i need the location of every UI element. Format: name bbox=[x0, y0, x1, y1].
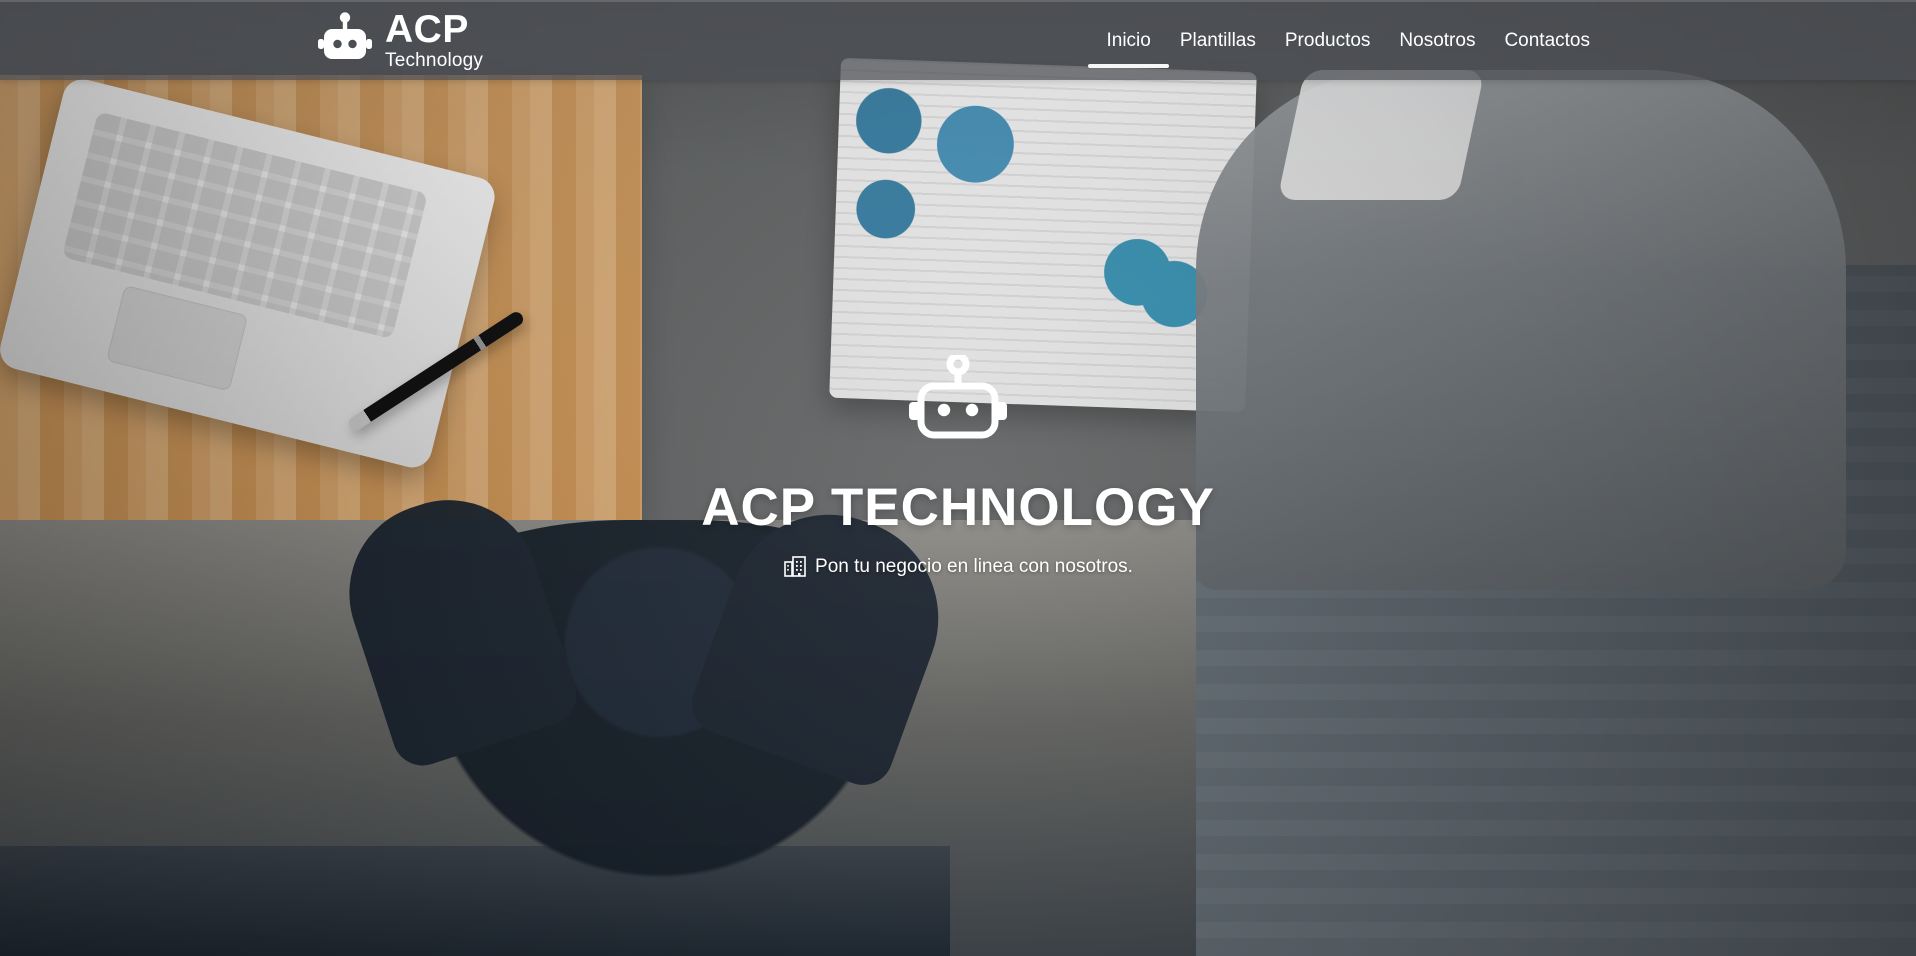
brand-subtitle: Technology bbox=[385, 50, 484, 71]
photo-vignette bbox=[0, 0, 1916, 956]
robot-icon bbox=[313, 11, 377, 69]
brand-logo-link[interactable]: ACP Technology bbox=[313, 10, 483, 70]
brand-title: ACP bbox=[385, 8, 469, 51]
nav-item-plantillas[interactable]: Plantillas bbox=[1180, 2, 1256, 80]
nav-item-nosotros[interactable]: Nosotros bbox=[1399, 2, 1475, 80]
nav-item-productos[interactable]: Productos bbox=[1285, 2, 1371, 80]
nav-item-contactos[interactable]: Contactos bbox=[1504, 2, 1590, 80]
background-scene bbox=[0, 0, 1916, 956]
top-navigation-bar: ACP Technology Inicio Plantillas Product… bbox=[0, 0, 1916, 80]
main-navigation: Inicio Plantillas Productos Nosotros Con… bbox=[1088, 2, 1590, 80]
page: ACP Technology Inicio Plantillas Product… bbox=[0, 0, 1916, 956]
nav-item-inicio[interactable]: Inicio bbox=[1088, 2, 1170, 80]
brand-text: ACP Technology bbox=[385, 10, 483, 70]
